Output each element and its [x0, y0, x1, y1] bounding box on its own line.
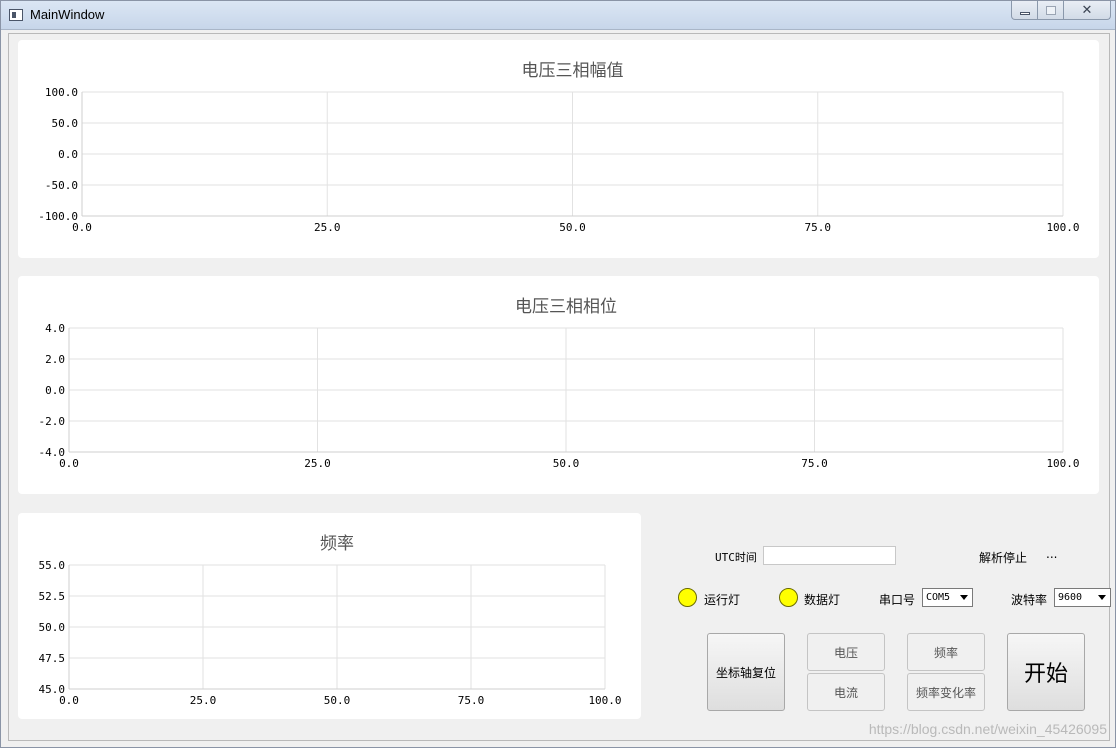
voltage-phase-plot: 电压三相相位4.02.00.0-2.0-4.00.0 25.0 50.0 75.0 10…: [39, 297, 1080, 470]
chevron-down-icon: [1098, 595, 1106, 600]
x-tick-label: 75.0: [458, 694, 485, 707]
data-led-indicator: [779, 588, 798, 607]
x-tick-label: 100.0: [588, 694, 621, 707]
chart-title: 频率: [320, 534, 354, 554]
x-tick-label: 25.0: [314, 221, 341, 234]
y-tick-label: 2.0: [45, 353, 65, 366]
y-tick-label: 50.0: [52, 117, 79, 130]
x-tick-label: 100.0: [1046, 221, 1079, 234]
frequency-plot: 频率55.052.550.047.545.00.0 25.0 50.0 75.0 100…: [39, 534, 622, 707]
parse-status-value: ...: [1046, 547, 1058, 561]
reset-axis-button[interactable]: 坐标轴复位: [707, 633, 785, 711]
port-select-value: COM5: [926, 592, 951, 603]
port-label: 串口号: [879, 593, 916, 607]
y-tick-label: -2.0: [39, 415, 66, 428]
close-button[interactable]: ✕: [1064, 1, 1111, 20]
x-tick-label: 50.0: [324, 694, 351, 707]
maximize-button[interactable]: [1038, 1, 1064, 20]
current-button[interactable]: 电流: [807, 673, 885, 711]
window-title: MainWindow: [30, 7, 105, 22]
voltage-phase-chart: 电压三相相位 4.0 2.0 0.0 -2.0 -4.0 0.0 25.0 50.0 75.0 10…: [18, 276, 1099, 494]
title-bar[interactable]: MainWindow ✕: [1, 1, 1115, 30]
x-tick-label: 50.0: [553, 457, 580, 470]
window-controls: ✕: [1011, 1, 1111, 20]
y-tick-label: 4.0: [45, 322, 65, 335]
chevron-down-icon: [960, 595, 968, 600]
chart-title: 电压三相相位: [515, 297, 617, 317]
data-led-label: 数据灯: [804, 593, 841, 607]
y-tick-label: 100.0: [45, 86, 78, 99]
minimize-button[interactable]: [1011, 1, 1038, 20]
baud-select-value: 9600: [1058, 592, 1083, 603]
utc-label: UTC时间: [715, 551, 757, 564]
voltage-button[interactable]: 电压: [807, 633, 885, 671]
baud-select[interactable]: 9600: [1054, 588, 1111, 607]
frequency-change-rate-button[interactable]: 频率变化率: [907, 673, 985, 711]
voltage-amplitude-chart: 电压三相幅值 100.0 50.0 0.0 -50.0 -100.0 0.0 25.0 50.0…: [18, 40, 1099, 258]
y-tick-label: 47.5: [39, 652, 66, 665]
maximize-icon: [1045, 5, 1056, 15]
main-window: MainWindow ✕ 电压三相幅值 100.0 50.0 0.0 -50.0 -100…: [0, 0, 1116, 748]
y-tick-label: 0.0: [45, 384, 65, 397]
y-tick-label: 55.0: [39, 559, 66, 572]
utc-time-input[interactable]: [763, 546, 896, 565]
chart-title: 电压三相幅值: [522, 61, 624, 81]
x-tick-label: 25.0: [304, 457, 331, 470]
y-tick-label: 50.0: [39, 621, 66, 634]
x-tick-label: 100.0: [1046, 457, 1079, 470]
x-tick-label: 50.0: [559, 221, 586, 234]
start-button[interactable]: 开始: [1007, 633, 1085, 711]
close-icon: ✕: [1081, 2, 1093, 18]
parse-status-label: 解析停止: [979, 551, 1028, 565]
x-tick-label: 0.0: [59, 457, 79, 470]
x-tick-label: 75.0: [805, 221, 832, 234]
baud-label: 波特率: [1011, 593, 1048, 607]
y-tick-label: 0.0: [58, 148, 78, 161]
run-led-label: 运行灯: [704, 593, 741, 607]
minimize-icon: [1019, 11, 1030, 15]
x-tick-label: 75.0: [801, 457, 828, 470]
run-led-indicator: [678, 588, 697, 607]
watermark: https://blog.csdn.net/weixin_45426095: [868, 721, 1107, 737]
frequency-button[interactable]: 频率: [907, 633, 985, 671]
y-tick-label: -50.0: [45, 179, 78, 192]
frequency-chart: 频率 55.0 52.5 50.0 47.5 45.0 0.0 25.0 50.0 75.0 100…: [18, 513, 641, 719]
y-tick-label: 52.5: [39, 590, 66, 603]
voltage-amplitude-plot: 电压三相幅值100.050.00.0-50.0-100.00.0 25.0 50.0…: [38, 61, 1079, 234]
x-tick-label: 0.0: [59, 694, 79, 707]
app-icon: [9, 9, 23, 21]
x-tick-label: 0.0: [72, 221, 92, 234]
x-tick-label: 25.0: [190, 694, 217, 707]
port-select[interactable]: COM5: [922, 588, 973, 607]
